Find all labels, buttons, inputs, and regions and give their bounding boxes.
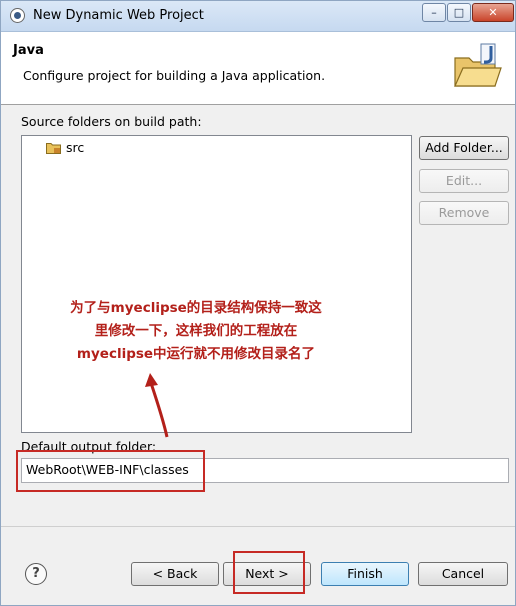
page-description: Configure project for building a Java ap… (23, 68, 326, 83)
window-title: New Dynamic Web Project (33, 8, 204, 23)
annotation-line-1: 为了与myeclipse的目录结构保持一致这 (70, 300, 322, 316)
help-icon[interactable]: ? (25, 563, 47, 585)
cancel-button[interactable]: Cancel (418, 562, 508, 586)
title-bar: New Dynamic Web Project – □ ✕ (1, 1, 515, 32)
annotation-line-3: myeclipse中运行就不用修改目录名了 (76, 346, 316, 362)
source-folders-list[interactable]: src (21, 135, 412, 433)
back-button[interactable]: < Back (131, 562, 219, 586)
source-folder-label: src (66, 140, 85, 155)
highlight-box-output (16, 450, 205, 492)
maximize-button[interactable]: □ (447, 3, 471, 22)
remove-button[interactable]: Remove (419, 201, 509, 225)
highlight-box-next (233, 551, 305, 594)
page-title: Java (13, 43, 44, 58)
finish-button[interactable]: Finish (321, 562, 409, 586)
annotation-line-2: 里修改一下，这样我们的工程放在 (94, 323, 298, 339)
annotation-text: 为了与myeclipse的目录结构保持一致这 里修改一下，这样我们的工程放在 m… (51, 297, 341, 366)
dialog-window: New Dynamic Web Project – □ ✕ Java Confi… (0, 0, 516, 606)
minimize-button[interactable]: – (422, 3, 446, 22)
wizard-header: Java Configure project for building a Ja… (1, 32, 515, 105)
add-folder-button[interactable]: Add Folder... (419, 136, 509, 160)
footer-divider (1, 526, 515, 527)
source-folders-label: Source folders on build path: (21, 114, 202, 129)
source-folder-icon (46, 142, 61, 154)
edit-button[interactable]: Edit... (419, 169, 509, 193)
close-button[interactable]: ✕ (472, 3, 514, 22)
list-item[interactable]: src (46, 140, 84, 155)
java-folder-icon (454, 43, 502, 87)
annotation-arrow (145, 373, 169, 438)
eclipse-icon (10, 8, 25, 23)
